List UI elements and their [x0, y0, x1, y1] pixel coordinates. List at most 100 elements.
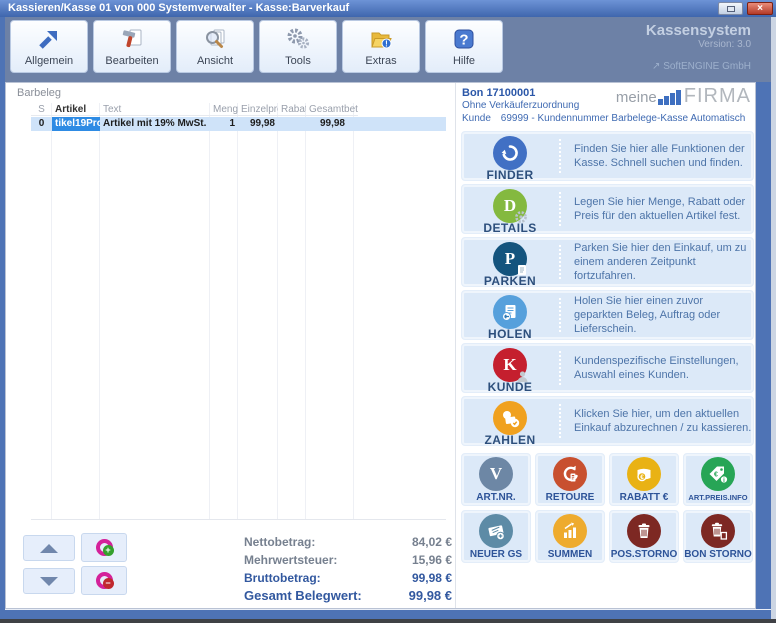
cell-text[interactable]: Artikel mit 19% MwSt.	[100, 117, 210, 131]
action-details[interactable]: D DETAILS Legen Sie hier Menge, Rabatt o…	[461, 184, 754, 234]
action-kunde[interactable]: K KUNDE Kundenspezifische Einstellungen,…	[461, 343, 754, 393]
column-header-menge[interactable]: Menge	[210, 103, 238, 116]
app-name: Kassensystem	[646, 22, 751, 39]
scroll-up-button[interactable]	[23, 535, 75, 561]
column-header-s[interactable]: S	[31, 103, 52, 116]
arrow-up-icon	[40, 544, 58, 553]
holen-icon	[493, 295, 527, 329]
retoure-button[interactable]: RETOURE	[535, 453, 605, 506]
customer-value: 69999 - Kundennummer Barbelege-Kasse Aut…	[501, 113, 746, 124]
trash-icon	[627, 514, 661, 548]
toolbar-button-tools[interactable]: Tools	[259, 20, 337, 73]
plus-icon: +	[96, 539, 113, 556]
arrow-up-right-icon	[11, 23, 87, 55]
window-title: Kassieren/Kasse 01 von 000 Systemverwalt…	[8, 2, 349, 14]
toolbar-button-hilfe[interactable]: ? Hilfe	[425, 20, 503, 73]
scroll-down-button[interactable]	[23, 568, 75, 594]
cell-artikel-selected[interactable]: tikel19Prozent	[52, 117, 100, 131]
totals-block: Nettobetrag:84,02 € Mehrwertsteuer:15,96…	[244, 533, 452, 605]
summen-button[interactable]: SUMMEN	[535, 510, 605, 563]
trash-document-icon	[701, 514, 735, 548]
column-header-text[interactable]: Text	[100, 103, 210, 116]
dotted-separator	[559, 139, 561, 173]
pos-storno-button[interactable]: POS.STORNO	[609, 510, 679, 563]
folder-info-icon: !	[343, 23, 419, 55]
panel-divider	[455, 83, 456, 608]
logo-text-meine: meine	[616, 90, 657, 105]
dotted-separator	[559, 245, 561, 279]
hammer-document-icon	[94, 23, 170, 55]
close-button[interactable]: ×	[747, 2, 773, 15]
question-mark-icon: ?	[426, 23, 502, 55]
customer-label: Kunde	[462, 113, 498, 124]
artnr-button[interactable]: V ART.NR.	[461, 453, 531, 506]
logo-text-firma: FIRMA	[684, 88, 751, 105]
cell-gesamtbetrag[interactable]: 99,98	[306, 117, 348, 131]
app-version: Version: 3.0	[646, 39, 751, 50]
price-info-icon: €i	[701, 457, 735, 491]
company-logo: meine FIRMA	[616, 88, 751, 105]
voucher-plus-icon	[479, 514, 513, 548]
cell-rabatt[interactable]	[278, 117, 306, 131]
svg-text:!: !	[385, 40, 388, 49]
receipt-table[interactable]: S Artikel Text Menge Einzelpreis Rabatt …	[31, 103, 446, 520]
minus-icon: −	[96, 572, 113, 589]
action-finder[interactable]: FINDER Finden Sie hier alle Funktionen d…	[461, 131, 754, 181]
svg-text:?: ?	[459, 32, 468, 49]
close-icon: ×	[757, 3, 763, 14]
retoure-icon	[553, 457, 587, 491]
bon-storno-button[interactable]: BON STORNO	[683, 510, 753, 563]
action-holen[interactable]: HOLEN Holen Sie hier einen zuvor geparkt…	[461, 290, 754, 340]
details-icon: D	[493, 189, 527, 223]
restore-button[interactable]	[718, 2, 743, 15]
app-window: Kassieren/Kasse 01 von 000 Systemverwalt…	[0, 0, 776, 623]
screen-bottom-strip	[0, 619, 776, 623]
rabatt-button[interactable]: € RABATT €	[609, 453, 679, 506]
toolbar: Allgemein Bearbeiten Ansicht Tools ! Ext…	[5, 17, 771, 82]
parken-icon: P	[493, 242, 527, 276]
restore-icon	[727, 6, 735, 12]
customer-line: Kunde 69999 - Kundennummer Barbelege-Kas…	[462, 113, 745, 124]
seller-assignment: Ohne Verkäuferzuordnung	[462, 100, 579, 111]
column-header-rabatt[interactable]: Rabatt	[278, 103, 306, 116]
toolbar-button-extras[interactable]: ! Extras	[342, 20, 420, 73]
gears-icon	[260, 23, 336, 55]
dotted-separator	[559, 351, 561, 385]
artnr-icon: V	[479, 457, 513, 491]
main-content: Barbeleg S Artikel Text Menge Einzelprei…	[5, 82, 756, 609]
window-edge	[771, 17, 776, 619]
logo-bars-icon	[658, 90, 682, 105]
bar-chart-icon	[553, 514, 587, 548]
title-bar[interactable]: Kassieren/Kasse 01 von 000 Systemverwalt…	[0, 0, 776, 17]
total-netto: Nettobetrag:84,02 €	[244, 533, 452, 551]
cell-s[interactable]: 0	[31, 117, 52, 131]
company-link[interactable]: ↗ SoftENGINE GmbH	[646, 61, 751, 72]
cell-menge[interactable]: 1	[210, 117, 238, 131]
remove-position-button[interactable]: −	[81, 566, 127, 595]
arrow-up-right-icon: ↗	[652, 61, 660, 72]
action-parken[interactable]: P PARKEN Parken Sie hier den Einkauf, um…	[461, 237, 754, 287]
artpreisinfo-button[interactable]: €i ART.PREIS.INFO	[683, 453, 753, 506]
neuer-gs-button[interactable]: NEUER GS	[461, 510, 531, 563]
column-header-artikel[interactable]: Artikel	[52, 103, 100, 116]
section-label: Barbeleg	[17, 87, 61, 99]
svg-text:€: €	[640, 474, 644, 481]
column-header-einzelpreis[interactable]: Einzelpreis	[238, 103, 278, 116]
window-bottom-line	[5, 609, 771, 610]
toolbar-button-bearbeiten[interactable]: Bearbeiten	[93, 20, 171, 73]
dotted-separator	[559, 404, 561, 438]
bon-number: Bon 17100001	[462, 87, 535, 99]
svg-text:€: €	[714, 472, 718, 479]
rabatt-icon: €	[627, 457, 661, 491]
zahlen-icon	[493, 401, 527, 435]
action-zahlen[interactable]: ZAHLEN Klicken Sie hier, um den aktuelle…	[461, 396, 754, 446]
toolbar-button-allgemein[interactable]: Allgemein	[10, 20, 88, 73]
total-mwst: Mehrwertsteuer:15,96 €	[244, 551, 452, 569]
toolbar-button-ansicht[interactable]: Ansicht	[176, 20, 254, 73]
dotted-separator	[559, 298, 561, 332]
total-belegwert: Gesamt Belegwert:99,98 €	[244, 587, 452, 605]
finder-icon	[493, 136, 527, 170]
add-position-button[interactable]: +	[81, 533, 127, 562]
column-header-gesamtbetrag[interactable]: Gesamtbetrag	[306, 103, 358, 116]
cell-einzelpreis[interactable]: 99,98	[238, 117, 278, 131]
